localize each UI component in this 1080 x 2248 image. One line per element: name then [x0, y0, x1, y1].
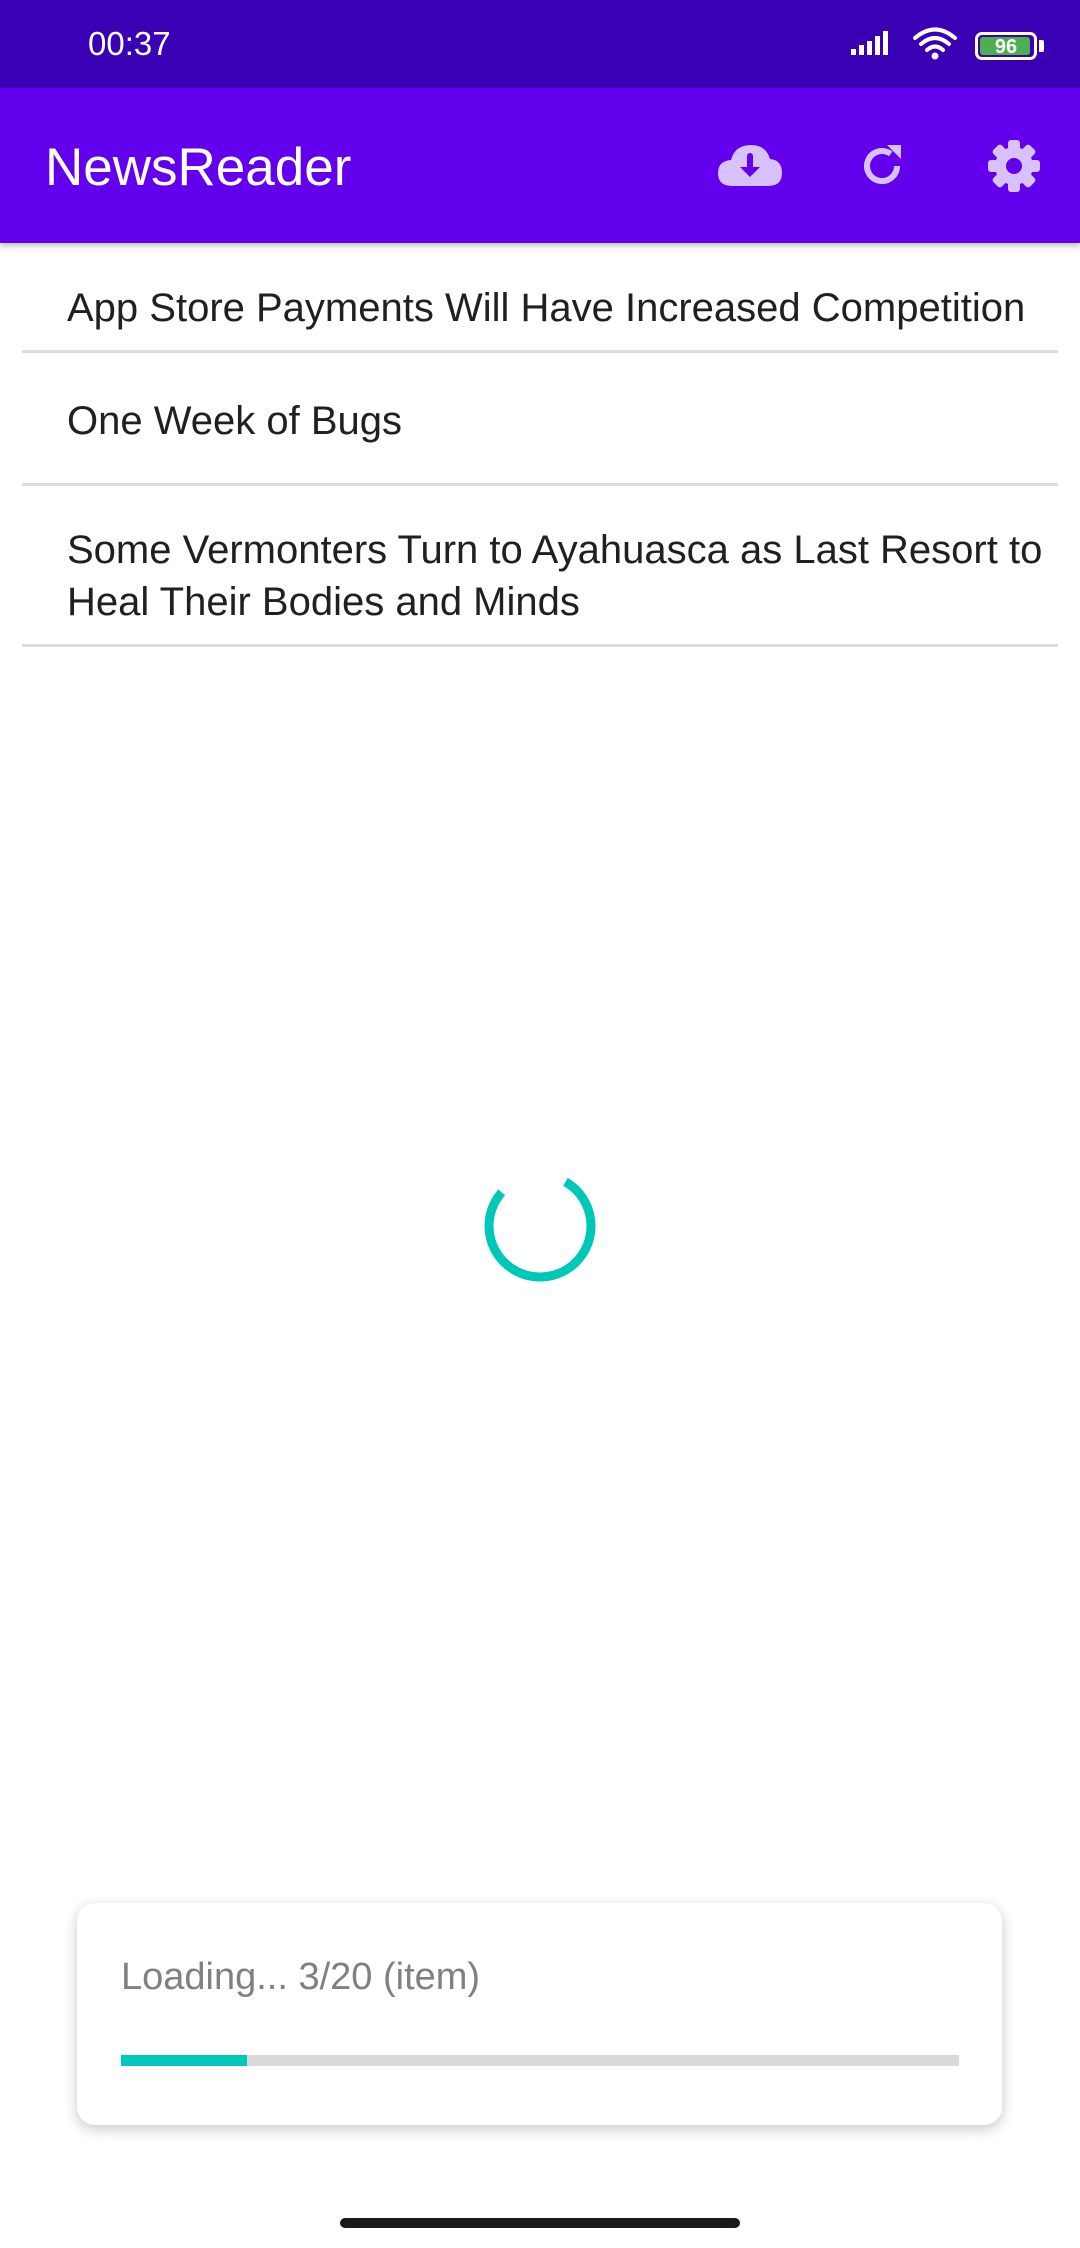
- signal-icon: [851, 29, 895, 64]
- app-bar: NewsReader: [0, 88, 1080, 243]
- status-bar: 00:37 96: [0, 0, 1080, 88]
- article-item[interactable]: App Store Payments Will Have Increased C…: [22, 244, 1058, 353]
- status-time: 00:37: [88, 25, 171, 62]
- article-item[interactable]: One Week of Bugs: [22, 353, 1058, 486]
- article-item[interactable]: Some Vermonters Turn to Ayahuasca as Las…: [22, 486, 1058, 647]
- settings-button[interactable]: [974, 128, 1054, 208]
- cloud-download-icon: [716, 142, 784, 195]
- battery-level: 96: [994, 36, 1018, 58]
- article-title: One Week of Bugs: [67, 399, 402, 443]
- wifi-icon: [913, 27, 957, 66]
- article-title: Some Vermonters Turn to Ayahuasca as Las…: [67, 528, 1043, 624]
- progress-bar: [121, 2055, 959, 2066]
- home-indicator[interactable]: [340, 2218, 740, 2228]
- loading-spinner: [480, 1166, 600, 1291]
- battery-icon: 96: [975, 32, 1037, 60]
- refresh-button[interactable]: [842, 128, 922, 208]
- article-list: App Store Payments Will Have Increased C…: [22, 244, 1058, 647]
- loading-dialog: Loading... 3/20 (item): [77, 1903, 1002, 2125]
- article-title: App Store Payments Will Have Increased C…: [67, 286, 1026, 330]
- download-button[interactable]: [710, 128, 790, 208]
- refresh-icon: [857, 141, 907, 196]
- settings-gear-icon: [986, 138, 1042, 199]
- battery-tip: [1039, 40, 1044, 52]
- progress-fill: [121, 2055, 247, 2066]
- status-icons: 96: [851, 26, 1044, 66]
- loading-text: Loading... 3/20 (item): [121, 1956, 481, 1998]
- app-title: NewsReader: [45, 138, 352, 197]
